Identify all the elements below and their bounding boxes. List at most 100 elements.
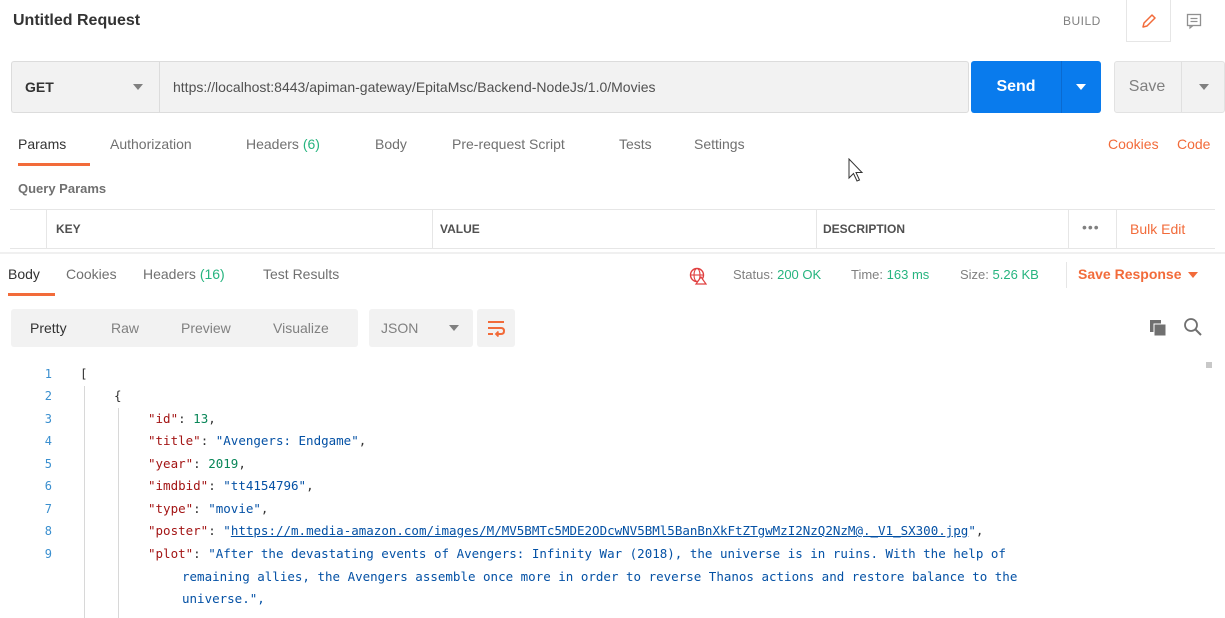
size-label: Size: — [960, 267, 989, 282]
chevron-down-icon[interactable] — [1199, 84, 1209, 90]
code-line: "year": 2019, — [148, 456, 246, 471]
tab-pre-request-script[interactable]: Pre-request Script — [452, 136, 565, 166]
json-key: "id" — [148, 411, 179, 426]
line-number: 4 — [44, 434, 52, 448]
more-options-icon[interactable]: ••• — [1082, 210, 1100, 248]
format-value: JSON — [381, 320, 419, 336]
view-pretty-button[interactable]: Pretty — [30, 309, 67, 347]
line-number: 9 — [44, 547, 52, 561]
json-bracket: [ — [80, 366, 88, 381]
code-line: "imdbid": "tt4154796", — [148, 478, 314, 493]
response-body-editor[interactable]: 1 2 3 4 5 6 7 8 9 [ { "id": 13, "title":… — [0, 360, 1225, 618]
response-tab-cookies[interactable]: Cookies — [66, 266, 117, 282]
json-number: 2019 — [208, 456, 239, 471]
active-tab-indicator — [8, 293, 55, 296]
json-string: "Avengers: Endgame" — [215, 433, 359, 448]
method-value: GET — [25, 79, 54, 95]
chevron-down-icon — [449, 325, 459, 331]
column-separator — [1116, 210, 1117, 248]
divider — [1066, 262, 1067, 288]
pane-resize-handle[interactable] — [0, 252, 1225, 254]
json-key: "imdbid" — [148, 478, 209, 493]
pencil-icon — [1141, 13, 1156, 28]
response-view-bar: Pretty Raw Preview Visualize JSON — [11, 309, 1225, 347]
tab-headers[interactable]: Headers (6) — [246, 136, 320, 166]
status-info[interactable]: Status: 200 OK — [733, 267, 821, 282]
code-line: "id": 13, — [148, 411, 216, 426]
response-tab-headers[interactable]: Headers (16) — [143, 266, 225, 282]
json-string: "tt4154796" — [223, 478, 307, 493]
json-brace: { — [114, 388, 122, 403]
chevron-down-icon — [133, 84, 143, 90]
comment-mode-button[interactable] — [1171, 0, 1216, 42]
code-line: [ — [80, 363, 88, 385]
tab-authorization[interactable]: Authorization — [110, 136, 192, 166]
response-tab-test-results[interactable]: Test Results — [263, 266, 339, 282]
view-visualize-button[interactable]: Visualize — [273, 309, 329, 347]
request-title[interactable]: Untitled Request — [13, 12, 140, 30]
view-raw-button[interactable]: Raw — [111, 309, 139, 347]
code-line: "type": "movie", — [148, 501, 269, 516]
line-number: 7 — [44, 502, 52, 516]
time-info[interactable]: Time: 163 ms — [851, 267, 929, 282]
column-separator — [46, 210, 47, 248]
response-tabs: Body Cookies Headers (16) Test Results S… — [0, 262, 1225, 296]
indent-guide — [118, 408, 119, 618]
cookies-link[interactable]: Cookies — [1108, 136, 1159, 152]
mode-switcher — [1126, 0, 1216, 42]
save-response-button[interactable]: Save Response — [1078, 266, 1198, 282]
line-number: 3 — [44, 412, 52, 426]
json-key: "plot" — [148, 546, 194, 561]
active-tab-indicator — [18, 163, 90, 166]
format-select[interactable]: JSON — [369, 309, 473, 347]
column-separator[interactable] — [432, 210, 433, 248]
json-string: remaining allies, the Avengers assemble … — [182, 569, 1018, 584]
response-headers-label: Headers — [143, 266, 196, 282]
search-icon[interactable] — [1183, 317, 1203, 337]
edit-mode-button[interactable] — [1126, 0, 1171, 42]
url-input[interactable]: https://localhost:8443/apiman-gateway/Ep… — [159, 61, 969, 113]
json-key: "type" — [148, 501, 194, 516]
send-divider — [1061, 61, 1062, 113]
copy-icon[interactable] — [1149, 319, 1167, 337]
response-tab-body[interactable]: Body — [8, 266, 40, 282]
save-divider — [1181, 62, 1182, 112]
scrollbar-thumb[interactable] — [1206, 362, 1212, 368]
tab-params[interactable]: Params — [18, 136, 66, 166]
query-params-table: KEY VALUE DESCRIPTION ••• Bulk Edit — [10, 209, 1215, 249]
size-value: 5.26 KB — [992, 267, 1039, 282]
code-line: "title": "Avengers: Endgame", — [148, 433, 367, 448]
response-headers-count: (16) — [199, 266, 225, 282]
tab-settings[interactable]: Settings — [694, 136, 745, 166]
json-string: universe.", — [182, 591, 265, 606]
column-header-value: VALUE — [440, 222, 480, 236]
method-select[interactable]: GET — [11, 61, 159, 113]
send-label: Send — [996, 78, 1036, 95]
save-button[interactable]: Save — [1114, 61, 1225, 113]
comment-icon — [1186, 13, 1201, 30]
indent-guide — [84, 386, 85, 618]
url-bar: GET https://localhost:8443/apiman-gatewa… — [11, 61, 1225, 113]
save-label: Save — [1128, 78, 1166, 95]
tab-body[interactable]: Body — [375, 136, 407, 166]
code-line: { — [114, 385, 122, 407]
build-label: BUILD — [1063, 14, 1101, 28]
send-button[interactable]: Send — [971, 61, 1101, 113]
tab-headers-label: Headers — [246, 136, 299, 152]
code-line: universe.", — [182, 588, 265, 610]
save-response-label: Save Response — [1078, 266, 1182, 282]
size-info[interactable]: Size: 5.26 KB — [960, 267, 1039, 282]
column-separator[interactable] — [816, 210, 817, 248]
json-string: "After the devastating events of Avenger… — [208, 546, 1006, 561]
line-number: 1 — [44, 367, 52, 381]
wrap-lines-button[interactable] — [477, 309, 515, 347]
chevron-down-icon — [1187, 272, 1198, 279]
code-link[interactable]: Code — [1177, 136, 1210, 152]
globe-warning-icon[interactable] — [689, 267, 707, 285]
bulk-edit-link[interactable]: Bulk Edit — [1130, 210, 1185, 248]
chevron-down-icon[interactable] — [1076, 84, 1086, 90]
time-label: Time: — [851, 267, 884, 282]
view-preview-button[interactable]: Preview — [181, 309, 231, 347]
poster-url-link[interactable]: https://m.media-amazon.com/images/M/MV5B… — [231, 523, 969, 538]
tab-tests[interactable]: Tests — [619, 136, 652, 166]
